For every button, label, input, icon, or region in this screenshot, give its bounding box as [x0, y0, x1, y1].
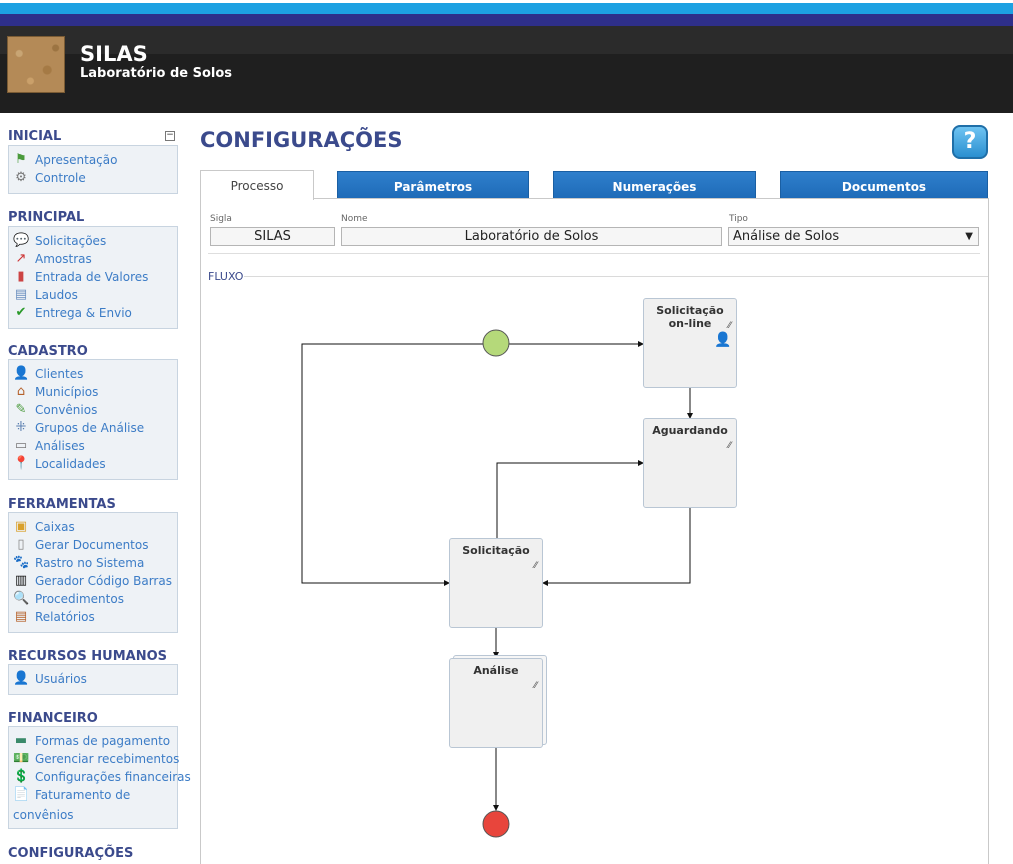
flow-node-solicitacao[interactable]: Solicitação ⁄⁄: [449, 538, 543, 628]
flow-node-solicitacao-online[interactable]: Solicitação on-line ⁄⁄ 👤: [643, 298, 737, 388]
flow-node-aguardando[interactable]: Aguardando ⁄⁄: [643, 418, 737, 508]
user-icon: 👤: [714, 332, 732, 348]
edit-icon[interactable]: ⁄⁄: [534, 561, 537, 571]
edit-icon[interactable]: ⁄⁄: [534, 681, 537, 691]
edit-icon[interactable]: ⁄⁄: [728, 441, 731, 451]
flow-node-analise[interactable]: Análise ⁄⁄: [449, 658, 543, 748]
edit-icon[interactable]: ⁄⁄: [728, 321, 731, 331]
start-node: [482, 329, 510, 357]
end-node: [482, 810, 510, 838]
